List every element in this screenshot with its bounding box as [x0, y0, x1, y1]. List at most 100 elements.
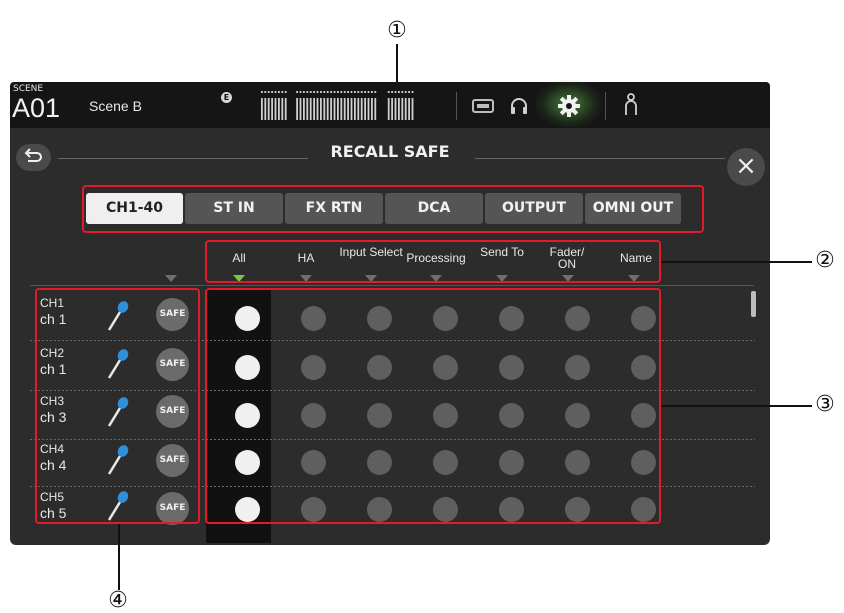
meter-bar	[264, 98, 267, 120]
gear-icon[interactable]	[557, 94, 581, 118]
meter-bar	[387, 98, 390, 120]
meter-peak-dot	[347, 91, 349, 93]
user-icon[interactable]	[624, 93, 638, 117]
meter-bar	[374, 98, 377, 120]
meter-peak-dot	[274, 91, 277, 93]
meter-bar	[391, 98, 393, 120]
back-arrow-icon	[24, 148, 42, 162]
header-rule	[475, 158, 725, 159]
meter-peak-dot	[306, 91, 309, 93]
meter-peak-dot	[398, 91, 400, 93]
meter-bar	[343, 98, 346, 120]
meter-peak-dot	[387, 91, 390, 93]
meter-bar	[398, 98, 400, 120]
meter-bar	[371, 98, 373, 120]
meter-peak-dot	[284, 91, 287, 93]
meter-peak-dot	[278, 91, 280, 93]
close-icon: ×	[735, 151, 757, 181]
meter-bar	[267, 98, 270, 120]
list-top-rule	[30, 285, 205, 286]
level-meters[interactable]	[257, 90, 447, 122]
meter-peak-dot	[303, 91, 305, 93]
meter-bar	[323, 98, 326, 120]
callout-2-line	[661, 261, 812, 263]
meter-peak-dot	[350, 91, 353, 93]
meter-bar	[333, 98, 336, 120]
separator	[456, 92, 457, 120]
meter-bar	[316, 98, 319, 120]
headphones-icon[interactable]	[509, 96, 529, 116]
meter-peak-dot	[411, 91, 414, 93]
callout-4-line	[118, 524, 120, 590]
meter-bar	[313, 98, 315, 120]
recorder-icon[interactable]	[472, 99, 494, 113]
meter-peak-dot	[343, 91, 346, 93]
meter-peak-dot	[394, 91, 397, 93]
callout-1: ①	[387, 18, 407, 43]
meter-bar	[337, 98, 339, 120]
meter-peak-dot	[360, 91, 363, 93]
back-button[interactable]	[16, 144, 51, 171]
meter-peak-dot	[316, 91, 319, 93]
meter-peak-dot	[281, 91, 284, 93]
meter-bar	[411, 98, 414, 120]
meter-bar	[309, 98, 312, 120]
meter-peak-dot	[371, 91, 373, 93]
meter-bar	[281, 98, 284, 120]
meter-peak-dot	[340, 91, 343, 93]
meter-bar	[394, 98, 397, 120]
meter-bar	[278, 98, 280, 120]
meter-peak-dot	[404, 91, 407, 93]
meter-peak-dot	[391, 91, 393, 93]
meter-peak-dot	[271, 91, 273, 93]
meter-bar	[303, 98, 305, 120]
top-status-bar: SCENE A01 Scene B E	[10, 80, 770, 128]
meter-peak-dot	[374, 91, 377, 93]
meter-bar	[320, 98, 322, 120]
meter-peak-dot	[320, 91, 322, 93]
scene-number[interactable]: A01	[12, 93, 60, 124]
meter-peak-dot	[364, 91, 366, 93]
annotation-box-grid	[205, 288, 661, 524]
annotation-box-tabs	[82, 185, 704, 233]
panel-title: RECALL SAFE	[330, 142, 450, 161]
meter-peak-dot	[299, 91, 302, 93]
meter-bar	[261, 98, 263, 120]
screenshot: ① SCENE A01 Scene B E RECALL SAFE × CH1-…	[0, 0, 844, 613]
meter-bar	[306, 98, 309, 120]
meter-bar	[284, 98, 287, 120]
meter-peak-dot	[401, 91, 404, 93]
meter-bar	[354, 98, 356, 120]
meter-bar	[347, 98, 349, 120]
grid-top-rule	[206, 285, 754, 286]
meter-peak-dot	[264, 91, 267, 93]
meter-bar	[296, 98, 298, 120]
meter-peak-dot	[330, 91, 332, 93]
close-button[interactable]: ×	[727, 148, 765, 186]
meter-bar	[408, 98, 410, 120]
meter-peak-dot	[261, 91, 263, 93]
annotation-box-channels	[35, 288, 200, 524]
meter-bar	[340, 98, 343, 120]
meter-bar	[357, 98, 360, 120]
meter-peak-dot	[354, 91, 356, 93]
scene-name[interactable]: Scene B	[89, 98, 142, 114]
meter-bar	[360, 98, 363, 120]
meter-bar	[404, 98, 407, 120]
scrollbar[interactable]	[751, 291, 756, 317]
meter-bar	[364, 98, 366, 120]
meter-peak-dot	[326, 91, 329, 93]
meter-bar	[274, 98, 277, 120]
meter-peak-dot	[296, 91, 298, 93]
callout-3-line	[661, 405, 812, 407]
meter-peak-dot	[357, 91, 360, 93]
meter-bar	[367, 98, 370, 120]
separator	[605, 92, 606, 120]
annotation-box-columns	[205, 240, 661, 283]
meter-bar	[330, 98, 332, 120]
meter-peak-dot	[313, 91, 315, 93]
callout-2: ②	[815, 248, 835, 273]
meter-peak-dot	[408, 91, 410, 93]
meter-bar	[401, 98, 404, 120]
meter-peak-dot	[267, 91, 270, 93]
